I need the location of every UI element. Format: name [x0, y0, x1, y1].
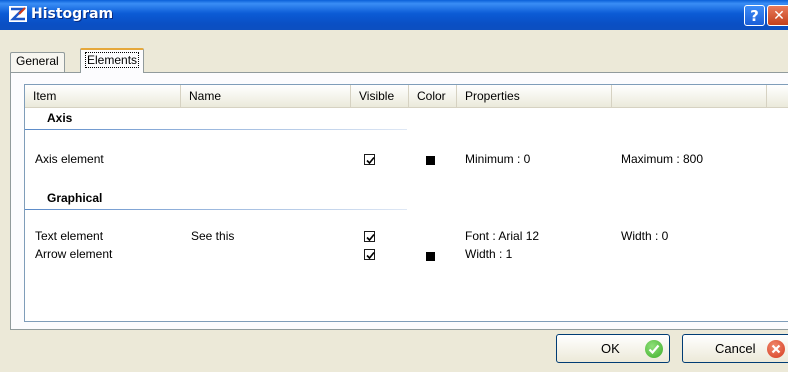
- name-cell: See this: [191, 229, 235, 243]
- column-header-item[interactable]: Item: [25, 85, 181, 107]
- tab-general-label: General: [16, 54, 59, 68]
- column-name-label: Name: [189, 89, 222, 103]
- column-header-color[interactable]: Color: [409, 85, 457, 107]
- cancel-button[interactable]: Cancel: [682, 334, 788, 363]
- item-cell: Axis element: [35, 152, 104, 166]
- group-header-axis: Axis: [25, 109, 407, 130]
- color-swatch[interactable]: [426, 252, 435, 261]
- property-minimum: Minimum : 0: [465, 152, 531, 166]
- checkmark-icon: [366, 251, 375, 260]
- group-divider: [25, 209, 407, 210]
- column-header-name[interactable]: Name: [181, 85, 351, 107]
- window-title: Histogram: [31, 6, 114, 22]
- checkmark-icon: [366, 233, 375, 242]
- column-header-visible[interactable]: Visible: [351, 85, 409, 107]
- histogram-dialog: Histogram ? ✕ General Elements Item Name…: [0, 0, 788, 372]
- column-item-label: Item: [33, 89, 57, 103]
- visible-checkbox[interactable]: [364, 249, 375, 260]
- visible-checkbox[interactable]: [364, 154, 375, 165]
- column-header-extra[interactable]: [612, 85, 767, 107]
- column-visible-label: Visible: [359, 89, 395, 103]
- close-icon: ✕: [773, 7, 785, 24]
- property-width: Width : 1: [465, 247, 513, 261]
- property-font: Font : Arial 12: [465, 229, 540, 243]
- item-cell: Text element: [35, 229, 104, 243]
- list-header: Item Name Visible Color Properties: [25, 85, 788, 108]
- cancel-button-label: Cancel: [715, 341, 756, 356]
- close-button[interactable]: ✕: [767, 5, 788, 26]
- property-width: Width : 0: [621, 229, 669, 243]
- ok-button[interactable]: OK: [556, 334, 670, 363]
- x-circle-icon: [767, 340, 785, 358]
- group-label: Graphical: [47, 191, 103, 205]
- property-maximum: Maximum : 800: [621, 152, 704, 166]
- item-cell: Arrow element: [35, 247, 113, 261]
- column-properties-label: Properties: [465, 89, 520, 103]
- tab-elements[interactable]: Elements: [80, 48, 145, 73]
- group-header-graphical: Graphical: [25, 189, 407, 210]
- color-swatch[interactable]: [426, 156, 435, 165]
- ok-button-label: OK: [601, 341, 620, 356]
- elements-list[interactable]: Item Name Visible Color Properties Axis …: [24, 84, 788, 322]
- column-header-properties[interactable]: Properties: [457, 85, 612, 107]
- help-icon: ?: [750, 6, 759, 25]
- tab-elements-label: Elements: [84, 52, 140, 68]
- checkmark-icon: [366, 156, 375, 165]
- visible-checkbox[interactable]: [364, 231, 375, 242]
- tab-general[interactable]: General: [10, 52, 65, 72]
- group-divider: [25, 129, 407, 130]
- histogram-app-icon: [9, 6, 27, 22]
- check-circle-icon: [645, 340, 663, 358]
- help-button[interactable]: ?: [744, 5, 765, 26]
- column-color-label: Color: [417, 89, 446, 103]
- title-bar[interactable]: Histogram ? ✕: [0, 0, 788, 30]
- group-label: Axis: [47, 111, 73, 125]
